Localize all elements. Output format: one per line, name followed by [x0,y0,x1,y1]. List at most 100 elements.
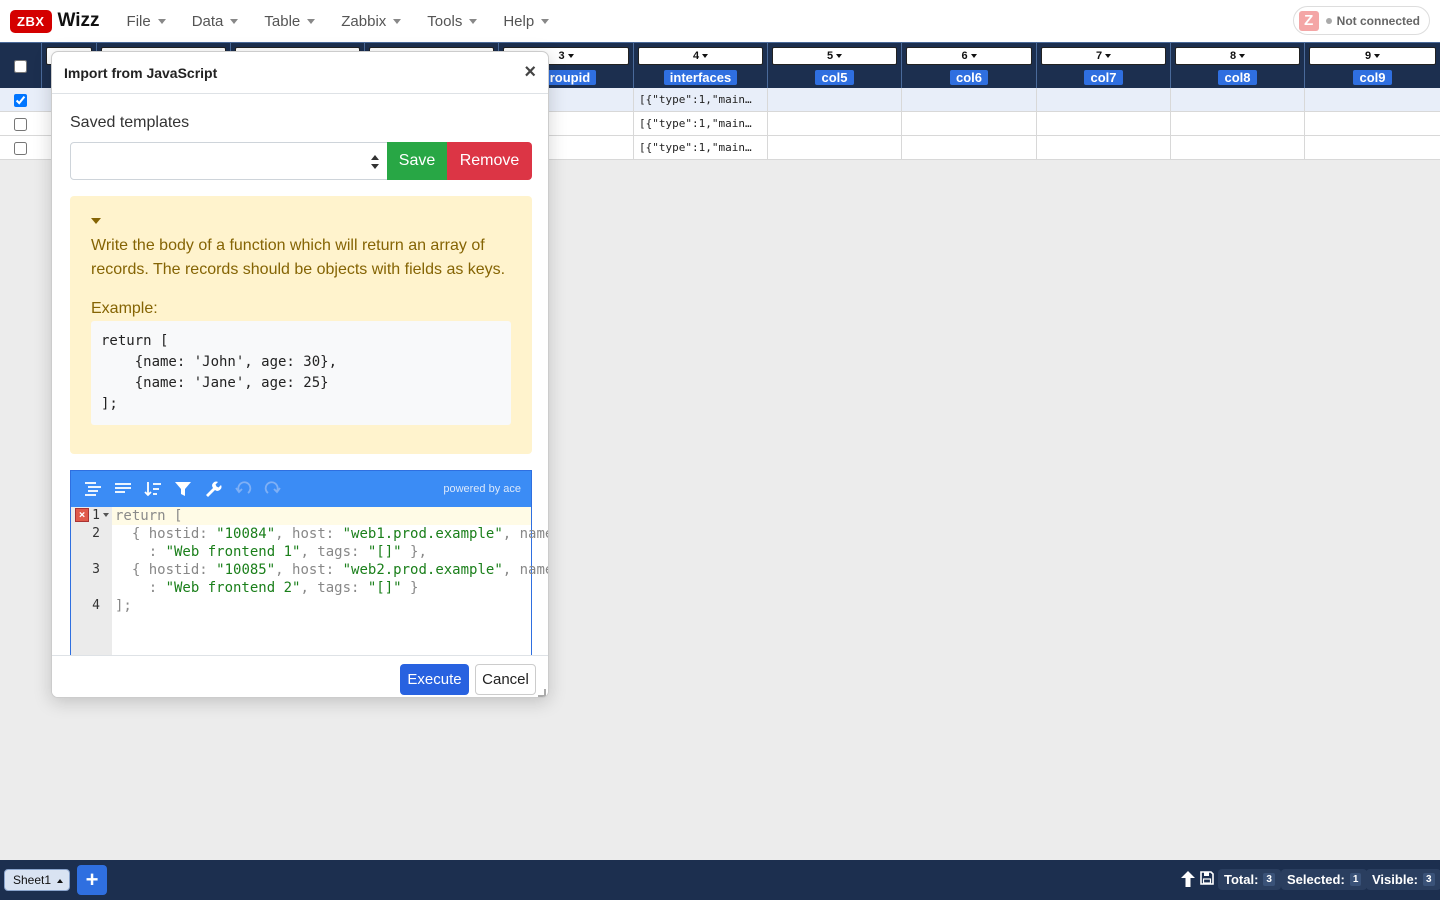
saved-templates-select[interactable] [70,142,388,180]
table-cell[interactable] [901,112,1036,136]
table-cell[interactable] [1036,88,1170,112]
example-label: Example: [91,300,158,317]
sheet-name: Sheet1 [13,873,52,887]
column-number: 8 [1229,50,1237,62]
column-name[interactable]: col6 [949,70,988,85]
saved-templates-label: Saved templates [70,114,190,131]
menu-help[interactable]: Help [490,13,562,30]
menu-label: Tools [427,12,463,30]
column-name[interactable]: col5 [815,70,854,85]
save-template-button[interactable]: Save [387,142,447,180]
sheet-tab[interactable]: Sheet1 [4,869,70,891]
error-marker-icon[interactable]: × [75,508,89,522]
column-menu[interactable]: 7 [1041,47,1166,65]
redo-icon[interactable] [258,471,288,507]
table-cell[interactable] [1036,136,1170,160]
menu-data[interactable]: Data [179,13,252,30]
table-cell[interactable] [1170,112,1304,136]
wrench-icon[interactable] [198,471,228,507]
table-cell[interactable] [1304,136,1440,160]
menu-zabbix[interactable]: Zabbix [328,13,414,30]
total-count: Total: 3 [1218,869,1281,890]
row-checkbox[interactable] [14,117,27,131]
table-cell[interactable] [1170,136,1304,160]
column-header: 9 col9 [1304,43,1440,89]
column-menu[interactable]: 4 [638,47,763,65]
visible-count: Visible: 3 [1366,869,1440,890]
resize-handle-icon[interactable] [538,689,546,697]
editor-code[interactable]: return [ { hostid: "10084", host: "web1.… [115,507,548,615]
table-cell[interactable]: [{"type":1,"main… [633,88,767,112]
sort-icon[interactable] [138,471,168,507]
selected-count: Selected: 1 [1281,869,1368,890]
row-checkbox[interactable] [14,141,27,155]
column-number: 5 [826,50,834,62]
modal-footer: Execute Cancel [52,655,548,697]
column-menu[interactable]: 9 [1309,47,1436,65]
filter-icon[interactable] [168,471,198,507]
table-cell[interactable] [1304,112,1440,136]
column-name[interactable]: interfaces [663,70,738,85]
caret-down-icon [1374,54,1381,58]
column-number: 6 [961,50,968,62]
top-navbar: ZBX Wizz File Data Table Zabbix Tools He… [0,0,1440,42]
table-cell[interactable] [1036,112,1170,136]
caret-down-icon [702,54,709,58]
save-disk-icon[interactable] [1200,871,1214,885]
visible-value: 3 [1423,873,1435,886]
table-cell[interactable] [1170,88,1304,112]
info-panel: Write the body of a function which will … [70,196,532,454]
editor-body[interactable]: × 1 2 3 4 return [ { hostid: "10084", ho… [71,507,548,659]
table-cell[interactable] [901,88,1036,112]
line-number: 3 [92,562,100,577]
line-number: 1 [92,508,100,523]
undo-icon[interactable] [228,471,258,507]
total-label: Total: [1224,872,1259,887]
column-name[interactable]: col7 [1084,70,1123,85]
caret-down-icon [567,54,574,58]
column-menu[interactable]: 5 [772,47,897,65]
select-all-checkbox[interactable] [14,59,27,73]
menu-label: Table [264,12,301,30]
code-editor[interactable]: powered by ace × 1 2 3 4 return [ { host… [70,470,548,660]
app-name: Wizz [57,10,100,31]
table-cell[interactable] [767,136,901,160]
table-cell[interactable] [1304,88,1440,112]
format-code-icon[interactable] [78,471,108,507]
caret-down-icon [836,54,843,58]
table-cell[interactable]: [{"type":1,"main… [633,112,767,136]
compact-code-icon[interactable] [108,471,138,507]
collapse-caret-icon[interactable] [91,218,101,224]
execute-button[interactable]: Execute [400,664,469,695]
row-select-cell [0,112,41,136]
powered-by-ace[interactable]: powered by ace [443,483,521,495]
table-cell[interactable]: [{"type":1,"main… [633,136,767,160]
column-name[interactable]: col8 [1218,70,1257,85]
remove-template-button[interactable]: Remove [447,142,532,180]
column-menu[interactable]: 6 [906,47,1032,65]
column-header: 8 col8 [1170,43,1304,89]
table-cell[interactable] [767,112,901,136]
table-cell[interactable] [767,88,901,112]
add-sheet-button[interactable]: + [77,865,107,895]
fold-caret-icon[interactable] [103,513,109,517]
status-dot-icon [1325,17,1332,24]
select-arrows-icon [371,155,379,169]
column-header: 4 interfaces [633,43,767,89]
connection-status[interactable]: Z Not connected [1292,6,1430,35]
menu-file[interactable]: File [114,13,179,30]
editor-toolbar: powered by ace [71,471,531,507]
upload-arrow-icon[interactable] [1181,871,1195,887]
table-cell[interactable] [901,136,1036,160]
status-footer: Sheet1 + Total: 3 Selected: 1 Visible: 3 [0,860,1440,900]
close-icon[interactable]: × [524,61,536,84]
menu-tools[interactable]: Tools [414,13,490,30]
caret-down-icon [1105,54,1112,58]
cancel-button[interactable]: Cancel [475,664,536,695]
row-checkbox[interactable] [14,93,27,107]
menu-label: Data [191,12,224,30]
column-name[interactable]: col9 [1353,70,1392,85]
column-menu[interactable]: 8 [1175,47,1300,65]
editor-gutter: × 1 2 3 4 [71,507,112,659]
menu-table[interactable]: Table [251,13,328,30]
